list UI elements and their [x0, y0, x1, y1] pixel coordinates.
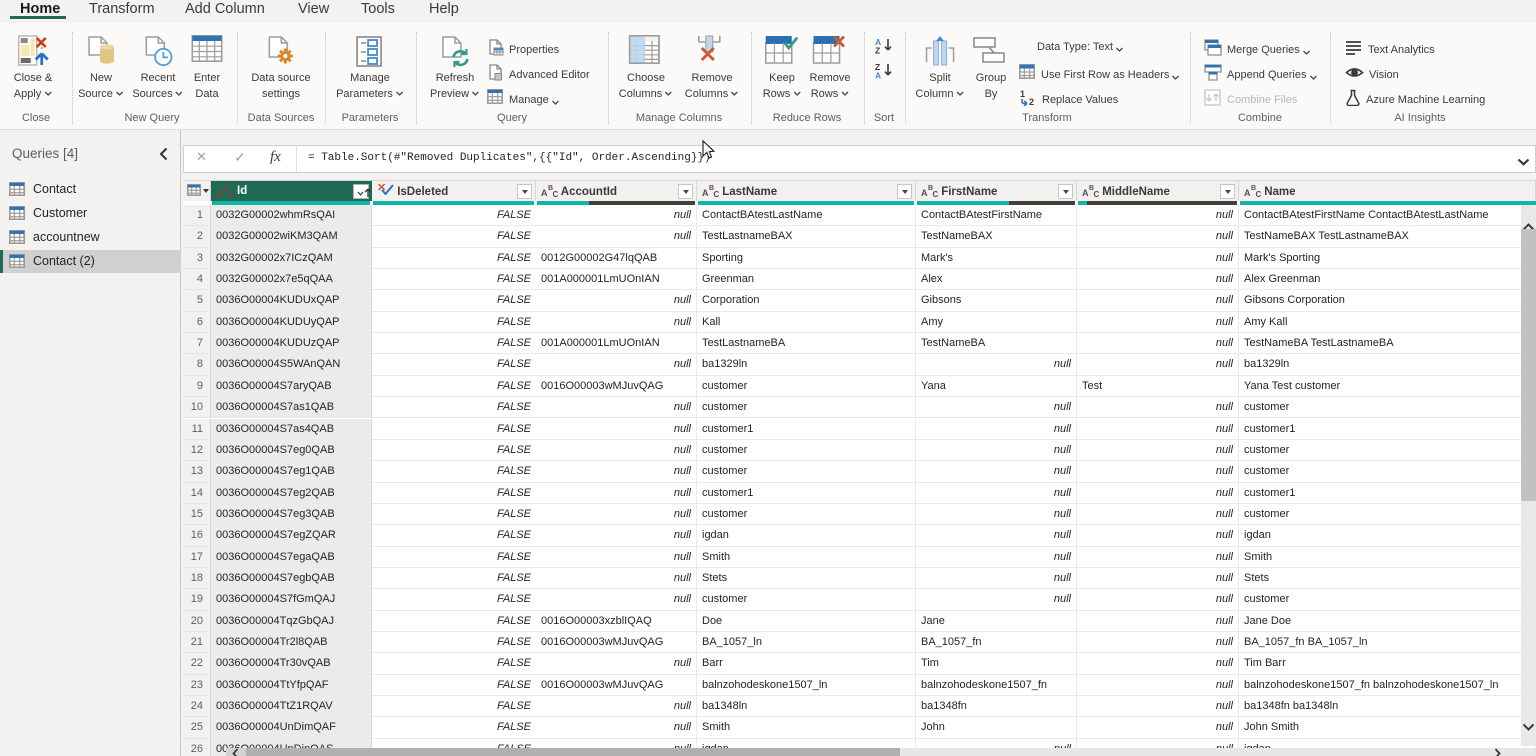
svg-text:Z: Z: [875, 46, 880, 55]
svg-text:2: 2: [1029, 97, 1034, 106]
svg-text:A: A: [875, 71, 881, 80]
svg-text:1: 1: [1020, 89, 1025, 99]
